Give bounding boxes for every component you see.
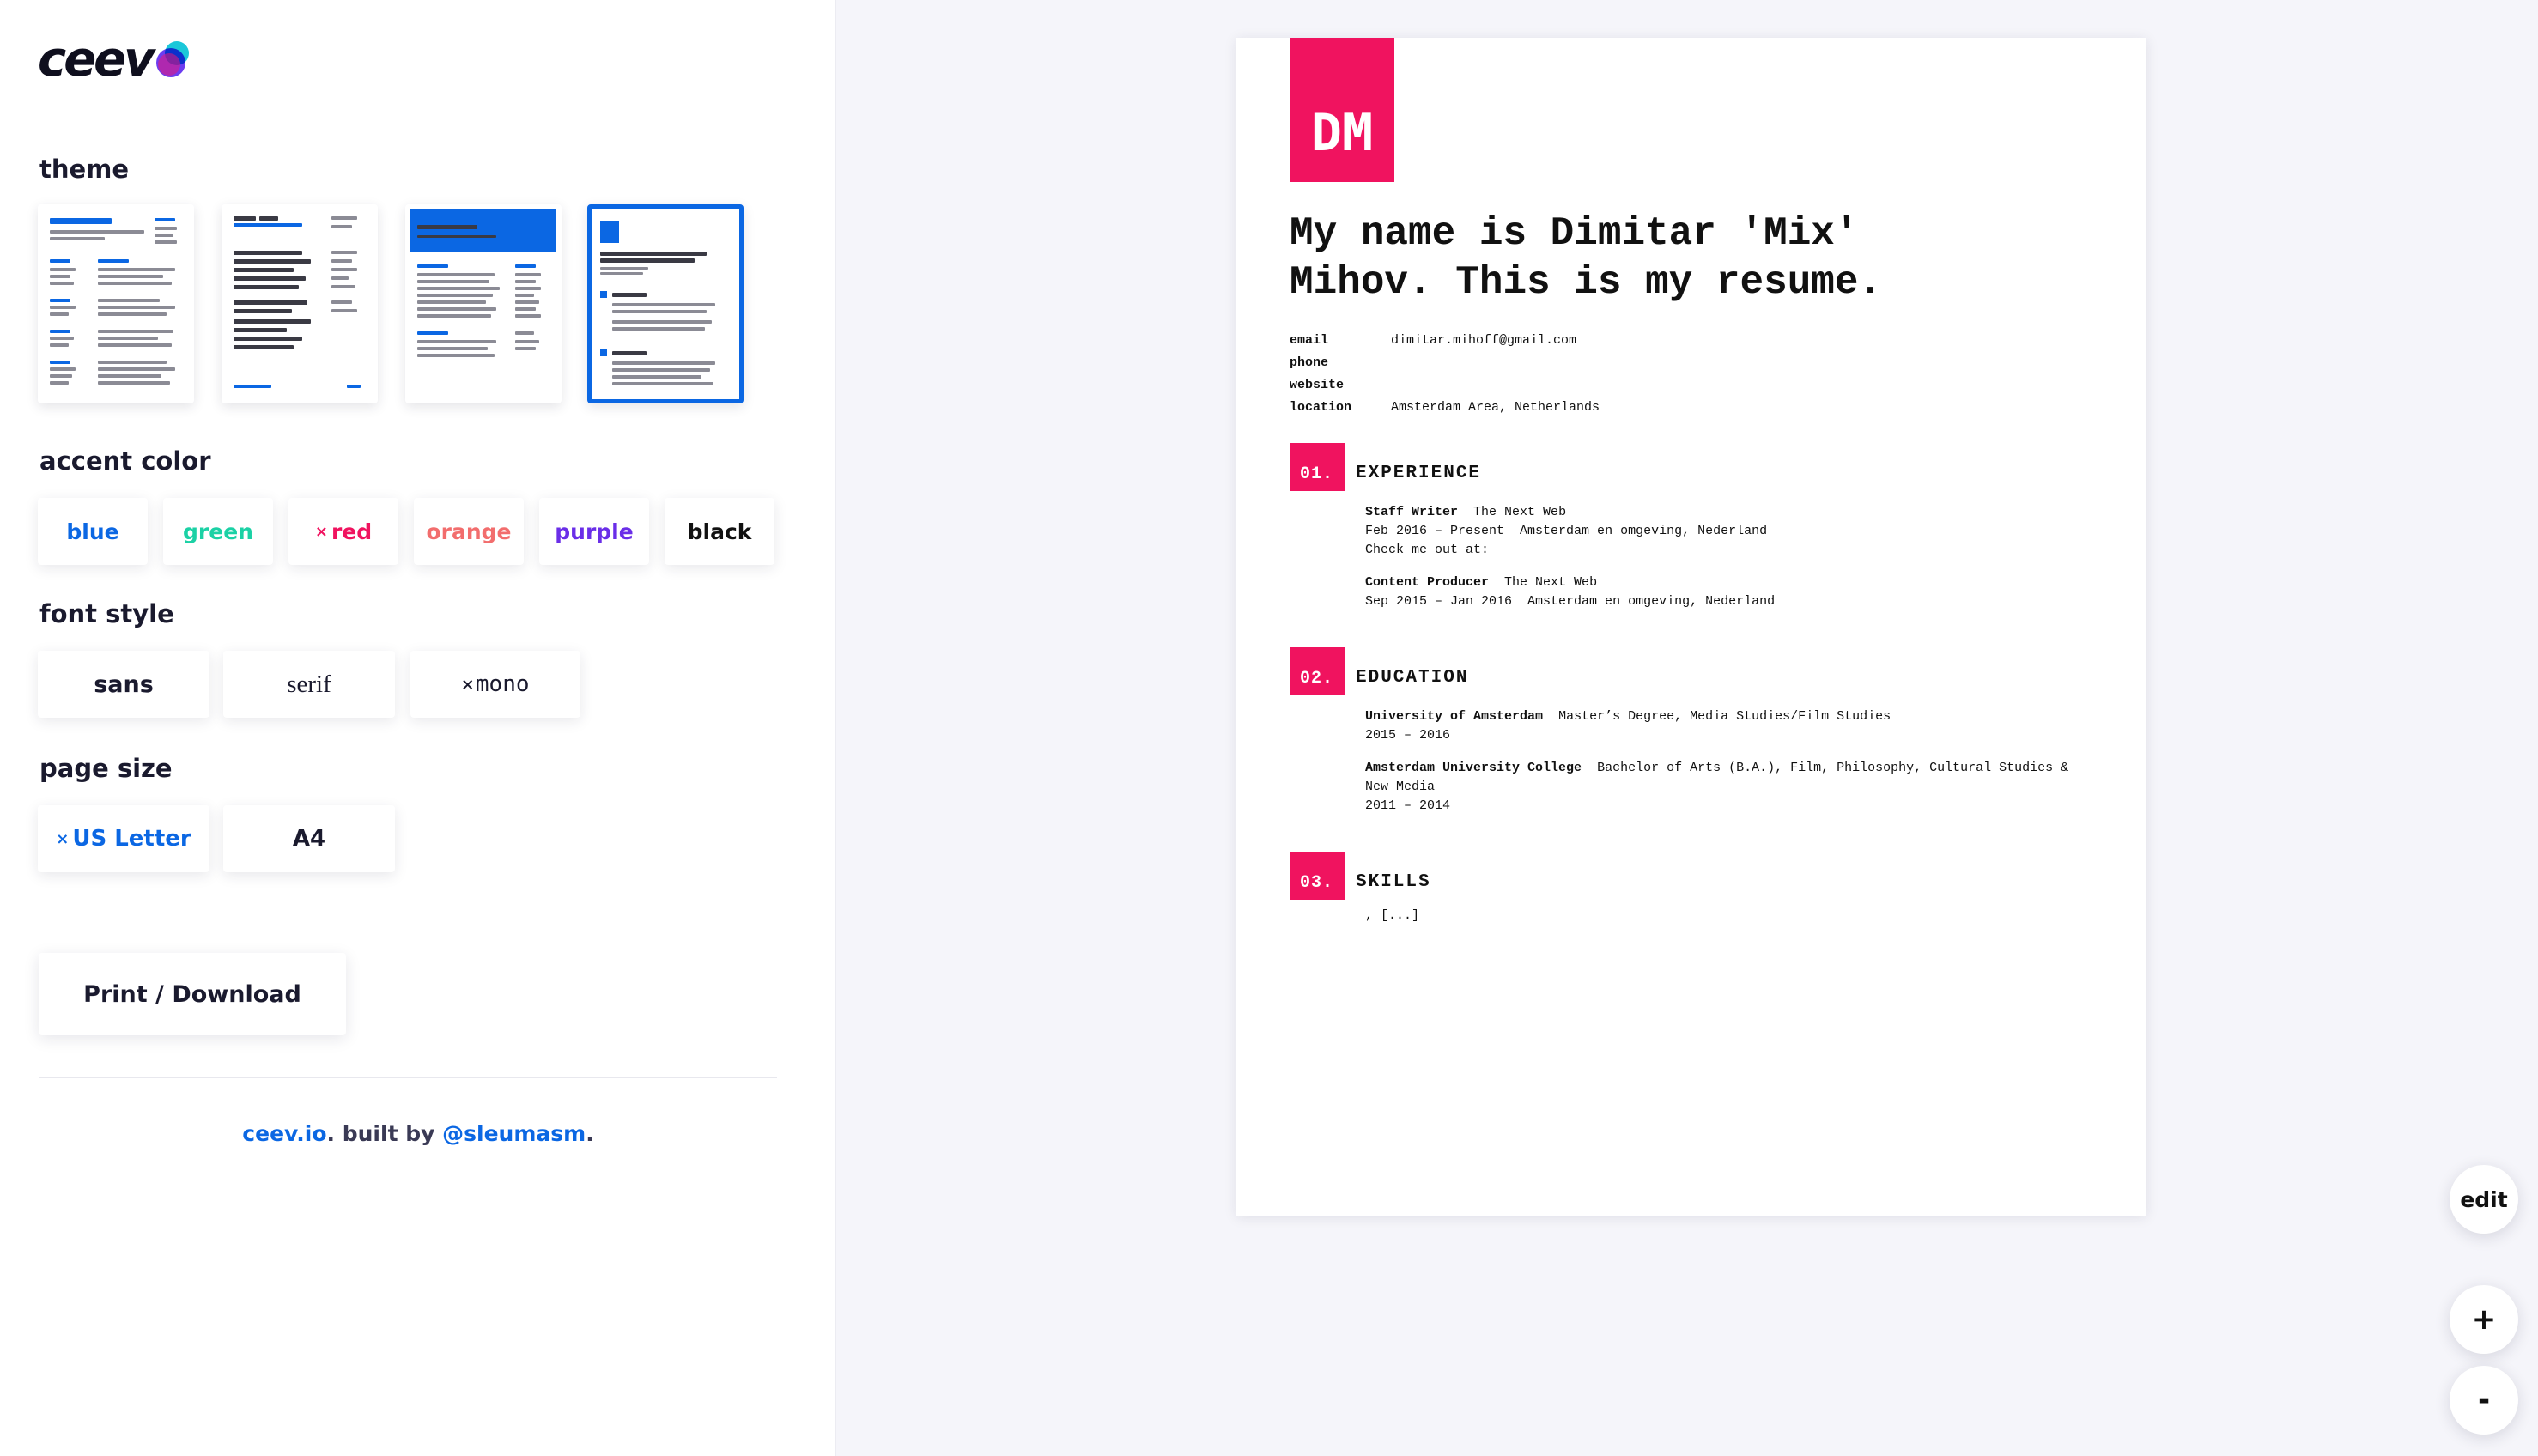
accent-purple-button[interactable]: purple — [539, 498, 649, 565]
font-style-label: font style — [39, 599, 174, 628]
phone-label: phone — [1290, 355, 1329, 370]
footer: ceev.io. built by @sleumasm. — [0, 1121, 836, 1146]
school-dates: 2015 – 2016 — [1365, 728, 1451, 743]
zoom-in-button[interactable]: + — [2450, 1285, 2518, 1354]
theme-option-1[interactable] — [38, 204, 194, 403]
experience-entry: Content Producer The Next Web Sep 2015 –… — [1365, 573, 2069, 611]
print-download-button[interactable]: Print / Download — [39, 953, 346, 1035]
accent-blue-button[interactable]: blue — [38, 498, 148, 565]
experience-entry: Staff Writer The Next Web Feb 2016 – Pre… — [1365, 503, 2069, 560]
school-dates: 2011 – 2014 — [1365, 798, 1451, 813]
size-a4-button[interactable]: A4 — [223, 805, 395, 872]
section-title-skills: SKILLS — [1356, 872, 1431, 892]
accent-red-label: red — [331, 519, 373, 544]
size-us-letter-button[interactable]: × US Letter — [38, 805, 209, 872]
school-name: Amsterdam University College — [1365, 761, 1582, 775]
location-label: location — [1290, 400, 1352, 415]
email-value: dimitar.mihoff@gmail.com — [1391, 333, 1577, 348]
edit-button[interactable]: edit — [2450, 1165, 2518, 1234]
education-entry: Amsterdam University College Bachelor of… — [1365, 759, 2069, 816]
zoom-out-button[interactable]: - — [2450, 1366, 2518, 1435]
location-value: Amsterdam Area, Netherlands — [1391, 400, 1600, 415]
accent-blue-label: blue — [66, 519, 119, 544]
theme-option-4[interactable] — [587, 204, 744, 403]
school-name: University of Amsterdam — [1365, 709, 1544, 724]
font-serif-button[interactable]: serif — [223, 651, 395, 718]
theme-label: theme — [39, 155, 130, 184]
job-company: The Next Web — [1504, 575, 1598, 590]
accent-black-label: black — [687, 519, 752, 544]
logo-mark-icon — [155, 41, 191, 77]
logo-text: ceev — [38, 32, 155, 88]
accent-orange-label: orange — [426, 519, 512, 544]
education-entry: University of Amsterdam Master’s Degree,… — [1365, 707, 2069, 745]
font-mono-label: mono — [475, 671, 530, 697]
job-place: Amsterdam en omgeving, Nederland — [1520, 524, 1768, 538]
author-link[interactable]: @sleumasm — [442, 1121, 586, 1146]
font-sans-label: sans — [94, 670, 154, 698]
site-link[interactable]: ceev.io — [242, 1121, 326, 1146]
accent-orange-button[interactable]: orange — [414, 498, 524, 565]
email-label: email — [1290, 333, 1329, 348]
website-label: website — [1290, 378, 1345, 392]
accent-green-button[interactable]: green — [163, 498, 273, 565]
job-role: Staff Writer — [1365, 505, 1459, 519]
page-size-label: page size — [39, 754, 173, 783]
school-degree: Master’s Degree, Media Studies/Film Stud… — [1558, 709, 1891, 724]
selected-mark-icon: × — [314, 522, 328, 541]
logo[interactable]: ceev — [38, 34, 191, 86]
resume-title: My name is Dimitar 'Mix' Mihov. This is … — [1290, 211, 1883, 305]
accent-green-label: green — [183, 519, 253, 544]
job-dates: Feb 2016 – Present — [1365, 524, 1505, 538]
font-sans-button[interactable]: sans — [38, 651, 209, 718]
section-number-badge: 02. — [1290, 647, 1345, 695]
font-serif-label: serif — [287, 670, 331, 698]
footer-end: . — [586, 1121, 594, 1146]
resume-page: DM My name is Dimitar 'Mix' Mihov. This … — [1236, 38, 2146, 1216]
size-us-letter-label: US Letter — [72, 826, 191, 852]
section-number-badge: 01. — [1290, 443, 1345, 491]
job-place: Amsterdam en omgeving, Nederland — [1527, 594, 1776, 609]
accent-purple-label: purple — [555, 519, 634, 544]
section-title-education: EDUCATION — [1356, 668, 1469, 688]
font-mono-button[interactable]: × mono — [410, 651, 580, 718]
job-role: Content Producer — [1365, 575, 1490, 590]
divider — [39, 1077, 777, 1078]
contact-block: email dimitar.mihoff@gmail.com phone webs… — [1290, 330, 1600, 419]
monogram-badge: DM — [1290, 38, 1394, 182]
selected-mark-icon: × — [56, 829, 70, 848]
section-title-experience: EXPERIENCE — [1356, 464, 1482, 483]
section-number-badge: 03. — [1290, 852, 1345, 900]
job-company: The Next Web — [1473, 505, 1567, 519]
selected-mark-icon: × — [461, 672, 474, 696]
job-note: Check me out at: — [1365, 543, 1490, 557]
theme-option-3[interactable] — [405, 204, 562, 403]
job-dates: Sep 2015 – Jan 2016 — [1365, 594, 1513, 609]
sidebar: ceev theme accent color blue green × red… — [0, 0, 836, 1456]
footer-text: . built by — [326, 1121, 443, 1146]
accent-black-button[interactable]: black — [665, 498, 774, 565]
accent-red-button[interactable]: × red — [288, 498, 398, 565]
size-a4-label: A4 — [292, 826, 326, 852]
theme-option-2[interactable] — [222, 204, 378, 403]
skills-text: , [...] — [1365, 908, 1420, 923]
accent-color-label: accent color — [39, 446, 211, 476]
